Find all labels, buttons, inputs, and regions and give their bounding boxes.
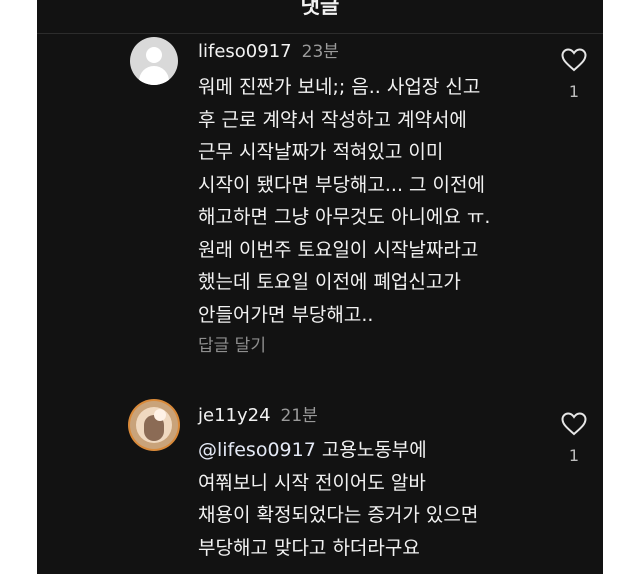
comment-line: 근무 시작날짜가 적혀있고 이미	[198, 141, 444, 163]
like-count: 1	[568, 446, 580, 465]
comment-text: 워메 진짠가 보네;; 음.. 사업장 신고 후 근로 계약서 작성하고 계약서…	[198, 71, 558, 331]
comment-meta: je11y24 21분	[198, 401, 318, 426]
heart-outline-icon[interactable]	[559, 48, 589, 72]
comment-line: 부당해고 맞다고 하더라구요	[198, 536, 420, 559]
comment-line: 워메 진짠가 보네;; 음.. 사업장 신고	[198, 76, 481, 98]
header-title: 댓글	[300, 0, 340, 18]
comment-text: @lifeso0917 고용노동부에 여쭤보니 시작 전이어도 알바 채용이 확…	[198, 434, 558, 564]
comment-line: 채용이 확정되었다는 증거가 있으면	[198, 504, 479, 526]
like-control: 1	[559, 48, 589, 101]
screen: 댓글 lifeso0917 23분 워메 진짠가 보네;; 음.. 사업장 신고 …	[0, 0, 640, 574]
comment-line: 원래 이번주 토요일이 시작날짜라고	[198, 238, 479, 261]
header-divider	[37, 33, 603, 34]
comments-screen: 댓글 lifeso0917 23분 워메 진짠가 보네;; 음.. 사업장 신고 …	[37, 0, 603, 574]
reply-button[interactable]: 답글 달기	[198, 331, 266, 356]
username[interactable]: lifeso0917	[198, 41, 292, 62]
timestamp: 23분	[301, 42, 339, 62]
username[interactable]: je11y24	[198, 405, 271, 426]
comment-line: @lifeso0917 고용노동부에	[198, 439, 427, 461]
comment-meta: lifeso0917 23분	[198, 37, 339, 62]
heart-outline-icon[interactable]	[559, 412, 589, 436]
like-count: 1	[568, 82, 580, 101]
comment-line: 했는데 토요일 이전에 폐업신고가	[198, 271, 461, 293]
comment-line: 안들어가면 부당해고..	[198, 303, 374, 326]
default-profile-icon	[146, 47, 162, 63]
timestamp: 21분	[280, 406, 318, 426]
comment-line: 여쭤보니 시작 전이어도 알바	[198, 471, 426, 494]
comment-line: 시작이 됐다면 부당해고... 그 이전에	[198, 173, 485, 196]
mention-link[interactable]: @lifeso0917	[198, 439, 316, 461]
avatar[interactable]	[130, 401, 178, 449]
avatar[interactable]	[130, 37, 178, 85]
comment-line: 해고하면 그냥 아무것도 아니에요 ㅠ.	[198, 206, 491, 228]
comment-line: 후 근로 계약서 작성하고 계약서에	[198, 108, 467, 131]
like-control: 1	[559, 412, 589, 465]
